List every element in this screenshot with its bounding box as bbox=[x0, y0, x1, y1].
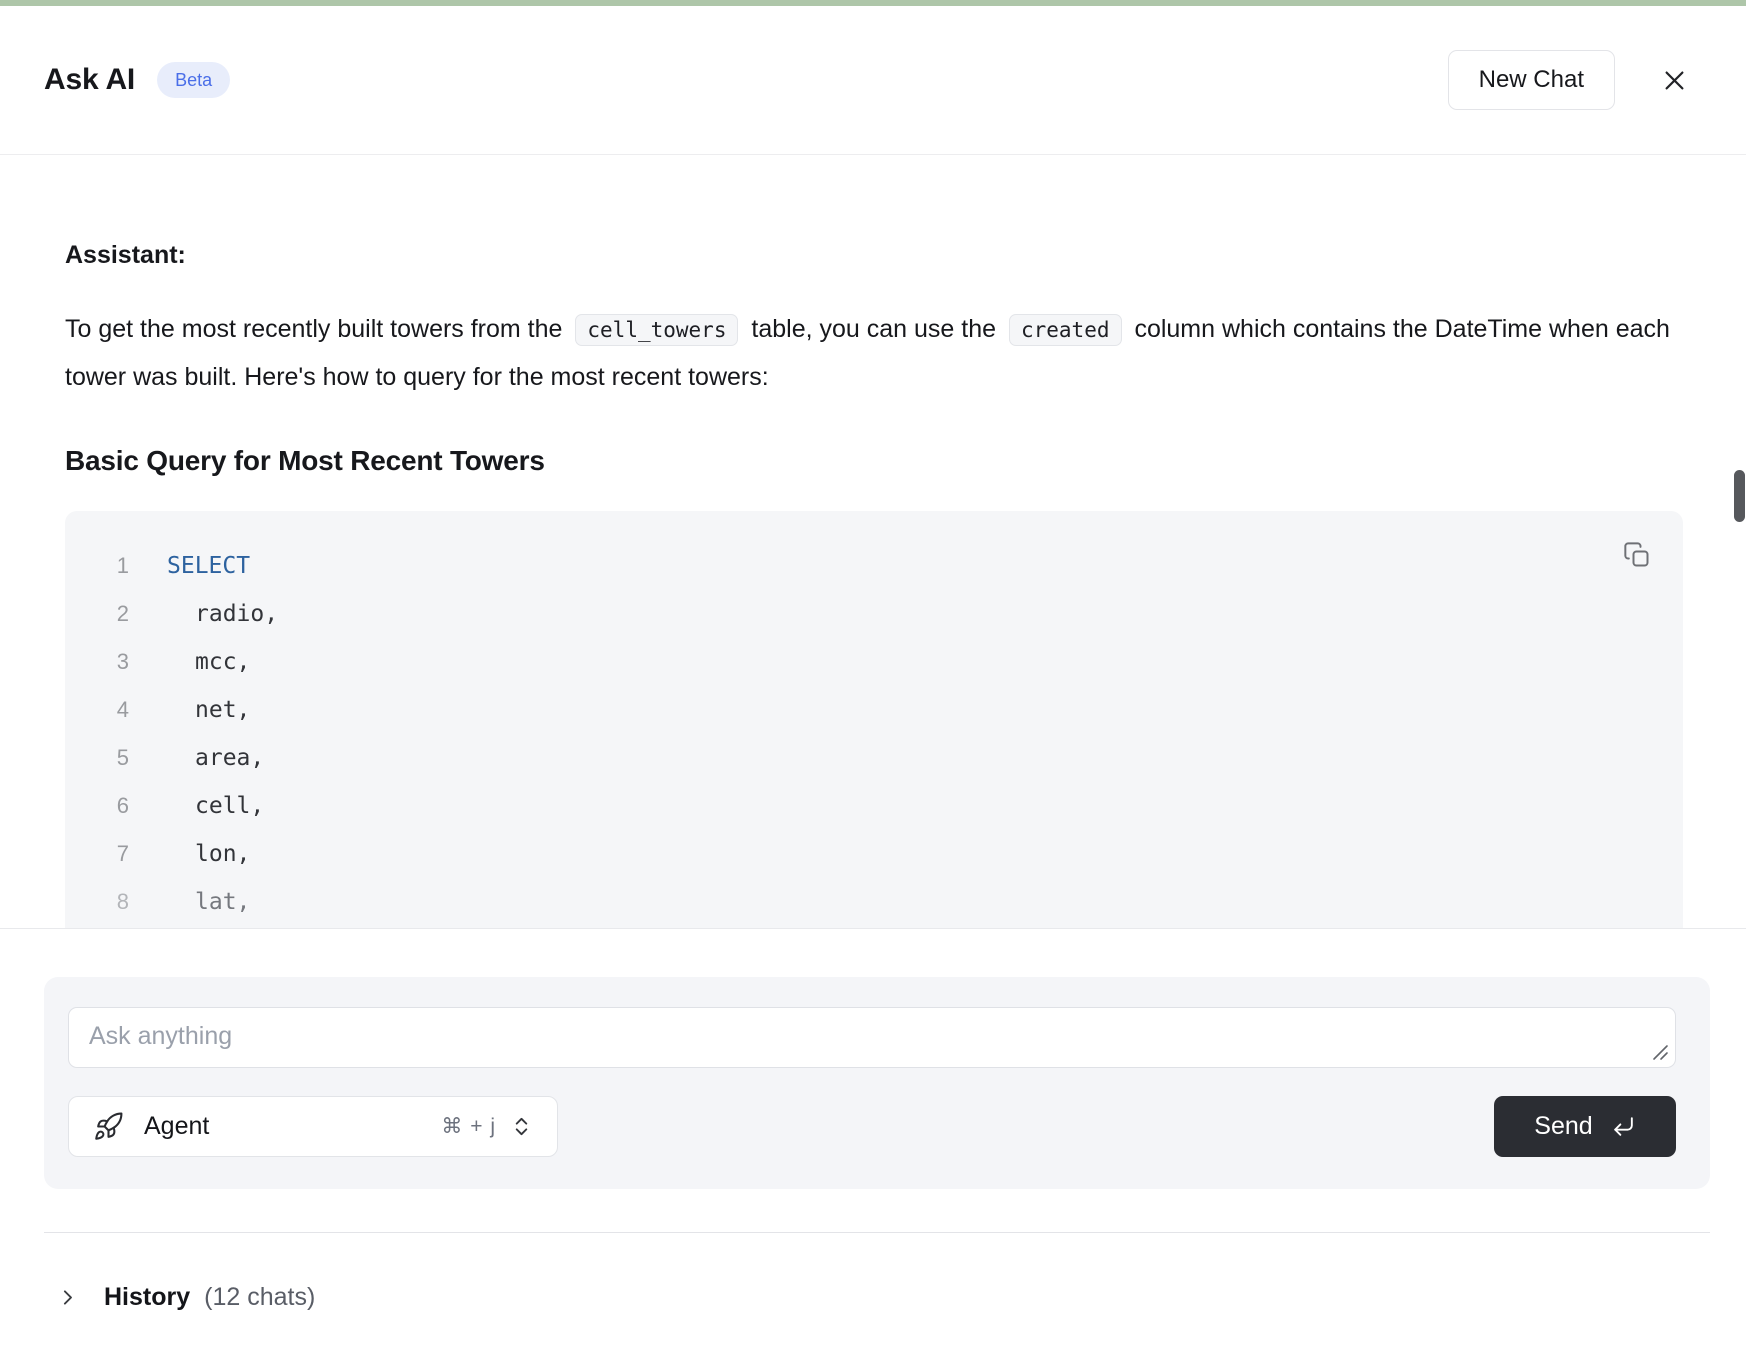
line-number: 5 bbox=[101, 745, 129, 771]
history-label: History bbox=[104, 1283, 190, 1312]
new-chat-button[interactable]: New Chat bbox=[1448, 50, 1615, 110]
copy-code-button[interactable] bbox=[1623, 541, 1651, 569]
code-text: SELECT bbox=[167, 553, 250, 579]
code-line: 9 range, bbox=[101, 926, 1683, 929]
section-heading: Basic Query for Most Recent Towers bbox=[65, 445, 1681, 477]
code-text: lon, bbox=[195, 841, 250, 867]
composer-controls: Agent ⌘ + j Send bbox=[68, 1096, 1676, 1157]
message-text: To get the most recently built towers fr… bbox=[65, 315, 569, 343]
code-line: 6 cell, bbox=[101, 782, 1683, 830]
code-line: 1 SELECT bbox=[101, 542, 1683, 590]
beta-badge: Beta bbox=[157, 62, 230, 98]
code-line: 7 lon, bbox=[101, 830, 1683, 878]
header-actions: New Chat bbox=[1448, 50, 1702, 110]
keyboard-shortcut: ⌘ + j bbox=[441, 1114, 496, 1139]
scrollbar-thumb[interactable] bbox=[1734, 470, 1745, 522]
ask-input[interactable] bbox=[68, 1007, 1676, 1068]
line-number: 2 bbox=[101, 601, 129, 627]
rocket-icon bbox=[93, 1111, 124, 1142]
code-line: 5 area, bbox=[101, 734, 1683, 782]
code-line: 4 net, bbox=[101, 686, 1683, 734]
page-title: Ask AI bbox=[44, 63, 135, 97]
code-text: mcc, bbox=[195, 649, 250, 675]
code-text: cell, bbox=[195, 793, 264, 819]
agent-mode-label: Agent bbox=[144, 1112, 209, 1141]
panel-header: Ask AI Beta New Chat bbox=[0, 6, 1746, 155]
line-number: 6 bbox=[101, 793, 129, 819]
inline-code-cell-towers: cell_towers bbox=[575, 314, 738, 346]
code-text: lat, bbox=[195, 889, 250, 915]
code-text: net, bbox=[195, 697, 250, 723]
line-number: 8 bbox=[101, 889, 129, 915]
chat-message-area: Assistant: To get the most recently buil… bbox=[0, 155, 1746, 929]
agent-mode-select[interactable]: Agent ⌘ + j bbox=[68, 1096, 558, 1157]
code-line: 8 lat, bbox=[101, 878, 1683, 926]
sql-code-block: 1 SELECT 2 radio, 3 mcc, 4 net, 5 area, … bbox=[65, 511, 1683, 929]
copy-icon bbox=[1623, 541, 1651, 569]
assistant-message: To get the most recently built towers fr… bbox=[65, 306, 1681, 401]
history-count: (12 chats) bbox=[204, 1283, 315, 1312]
return-key-icon bbox=[1611, 1114, 1636, 1139]
code-text: area, bbox=[195, 745, 264, 771]
chevron-right-icon bbox=[57, 1287, 78, 1308]
code-text: radio, bbox=[195, 601, 278, 627]
close-icon bbox=[1661, 67, 1688, 94]
code-line: 2 radio, bbox=[101, 590, 1683, 638]
close-button[interactable] bbox=[1661, 67, 1688, 94]
code-line: 3 mcc, bbox=[101, 638, 1683, 686]
line-number: 7 bbox=[101, 841, 129, 867]
composer-input-wrap bbox=[68, 1007, 1676, 1068]
line-number: 1 bbox=[101, 553, 129, 579]
history-divider bbox=[44, 1232, 1710, 1233]
inline-code-created: created bbox=[1009, 314, 1122, 346]
send-button[interactable]: Send bbox=[1494, 1096, 1676, 1157]
message-text: table, you can use the bbox=[744, 315, 1003, 343]
line-number: 3 bbox=[101, 649, 129, 675]
assistant-role-label: Assistant: bbox=[65, 241, 1681, 270]
composer-panel: Agent ⌘ + j Send bbox=[44, 977, 1710, 1189]
line-number: 4 bbox=[101, 697, 129, 723]
send-button-label: Send bbox=[1534, 1112, 1592, 1141]
history-toggle[interactable]: History (12 chats) bbox=[57, 1283, 1746, 1312]
chevron-up-down-icon bbox=[510, 1115, 533, 1138]
